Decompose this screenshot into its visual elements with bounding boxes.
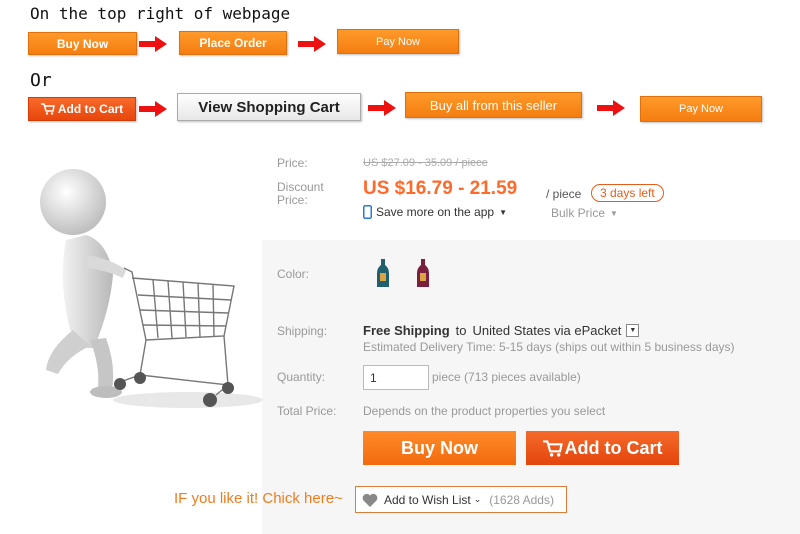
quantity-input[interactable] bbox=[363, 365, 429, 390]
instruction-heading-top: On the top right of webpage bbox=[30, 4, 291, 23]
free-shipping-text: Free Shipping bbox=[363, 323, 450, 338]
add-to-wish-list-button[interactable]: Add to Wish List ⌄ (1628 Adds) bbox=[355, 486, 567, 513]
app-promo-link[interactable]: Save more on the app ▼ bbox=[363, 205, 507, 219]
add-to-cart-button[interactable]: Add to Cart bbox=[526, 431, 679, 465]
wish-count: (1628 Adds) bbox=[489, 492, 554, 507]
shipping-dropdown-icon[interactable]: ▼ bbox=[626, 324, 640, 337]
shipping-info: Free Shipping to United States via ePack… bbox=[363, 323, 640, 338]
arrow-right-icon bbox=[597, 100, 625, 116]
instruction-heading-or: Or bbox=[30, 70, 52, 91]
arrow-right-icon bbox=[368, 100, 396, 116]
shipping-to-text: to bbox=[455, 323, 467, 338]
phone-icon bbox=[363, 205, 372, 219]
step-pay-now-button-2[interactable]: Pay Now bbox=[640, 96, 762, 122]
total-price-value: Depends on the product properties you se… bbox=[363, 404, 606, 418]
discount-price-label: Discount Price: bbox=[277, 180, 324, 207]
color-label: Color: bbox=[277, 267, 310, 281]
buy-now-button[interactable]: Buy Now bbox=[363, 431, 516, 465]
color-swatch-purple[interactable] bbox=[408, 258, 438, 288]
shipping-label: Shipping: bbox=[277, 324, 328, 338]
step-view-cart-button[interactable]: View Shopping Cart bbox=[177, 93, 361, 121]
step-place-order-button[interactable]: Place Order bbox=[179, 31, 287, 55]
cart-icon bbox=[40, 103, 55, 115]
step-add-to-cart-button[interactable]: Add to Cart bbox=[28, 97, 136, 121]
discount-price: US $16.79 - 21.59 bbox=[363, 178, 518, 199]
swatch-bottle-icon bbox=[417, 259, 429, 287]
arrow-right-icon bbox=[298, 36, 326, 52]
days-left-badge: 3 days left bbox=[591, 184, 664, 202]
bulk-price-label: Bulk Price bbox=[551, 206, 606, 220]
wish-prompt-text: IF you like it! Chick here~ bbox=[174, 490, 343, 507]
cart-figure-illustration bbox=[40, 169, 263, 408]
per-piece-unit: / piece bbox=[546, 187, 582, 201]
add-to-cart-label: Add to Cart bbox=[564, 437, 663, 458]
chevron-down-icon: ⌄ bbox=[473, 494, 482, 504]
quantity-available: piece (713 pieces available) bbox=[432, 370, 581, 384]
bulk-price-link[interactable]: Bulk Price ▼ bbox=[551, 206, 618, 220]
app-promo-label: Save more on the app bbox=[376, 205, 495, 219]
chevron-down-icon: ▼ bbox=[610, 208, 618, 218]
shipping-destination: United States via ePacket bbox=[472, 323, 622, 338]
chevron-down-icon: ▼ bbox=[499, 207, 507, 217]
cart-icon bbox=[542, 439, 563, 457]
step-buy-now-button[interactable]: Buy Now bbox=[28, 32, 137, 55]
heart-icon bbox=[362, 493, 378, 507]
step-add-to-cart-label: Add to Cart bbox=[57, 102, 124, 116]
delivery-estimate: Estimated Delivery Time: 5-15 days (ship… bbox=[363, 340, 735, 354]
total-price-label: Total Price: bbox=[277, 404, 337, 418]
original-price: US $27.09 - 35.09 / piece bbox=[363, 157, 488, 169]
step-buy-all-button[interactable]: Buy all from this seller bbox=[405, 92, 582, 118]
quantity-label: Quantity: bbox=[277, 370, 326, 384]
arrow-right-icon bbox=[139, 101, 167, 117]
price-label: Price: bbox=[277, 156, 308, 170]
wish-list-label: Add to Wish List bbox=[384, 492, 471, 507]
swatch-bottle-icon bbox=[377, 259, 389, 287]
color-swatch-teal[interactable] bbox=[368, 258, 398, 288]
step-pay-now-button[interactable]: Pay Now bbox=[337, 29, 459, 54]
arrow-right-icon bbox=[139, 36, 167, 52]
